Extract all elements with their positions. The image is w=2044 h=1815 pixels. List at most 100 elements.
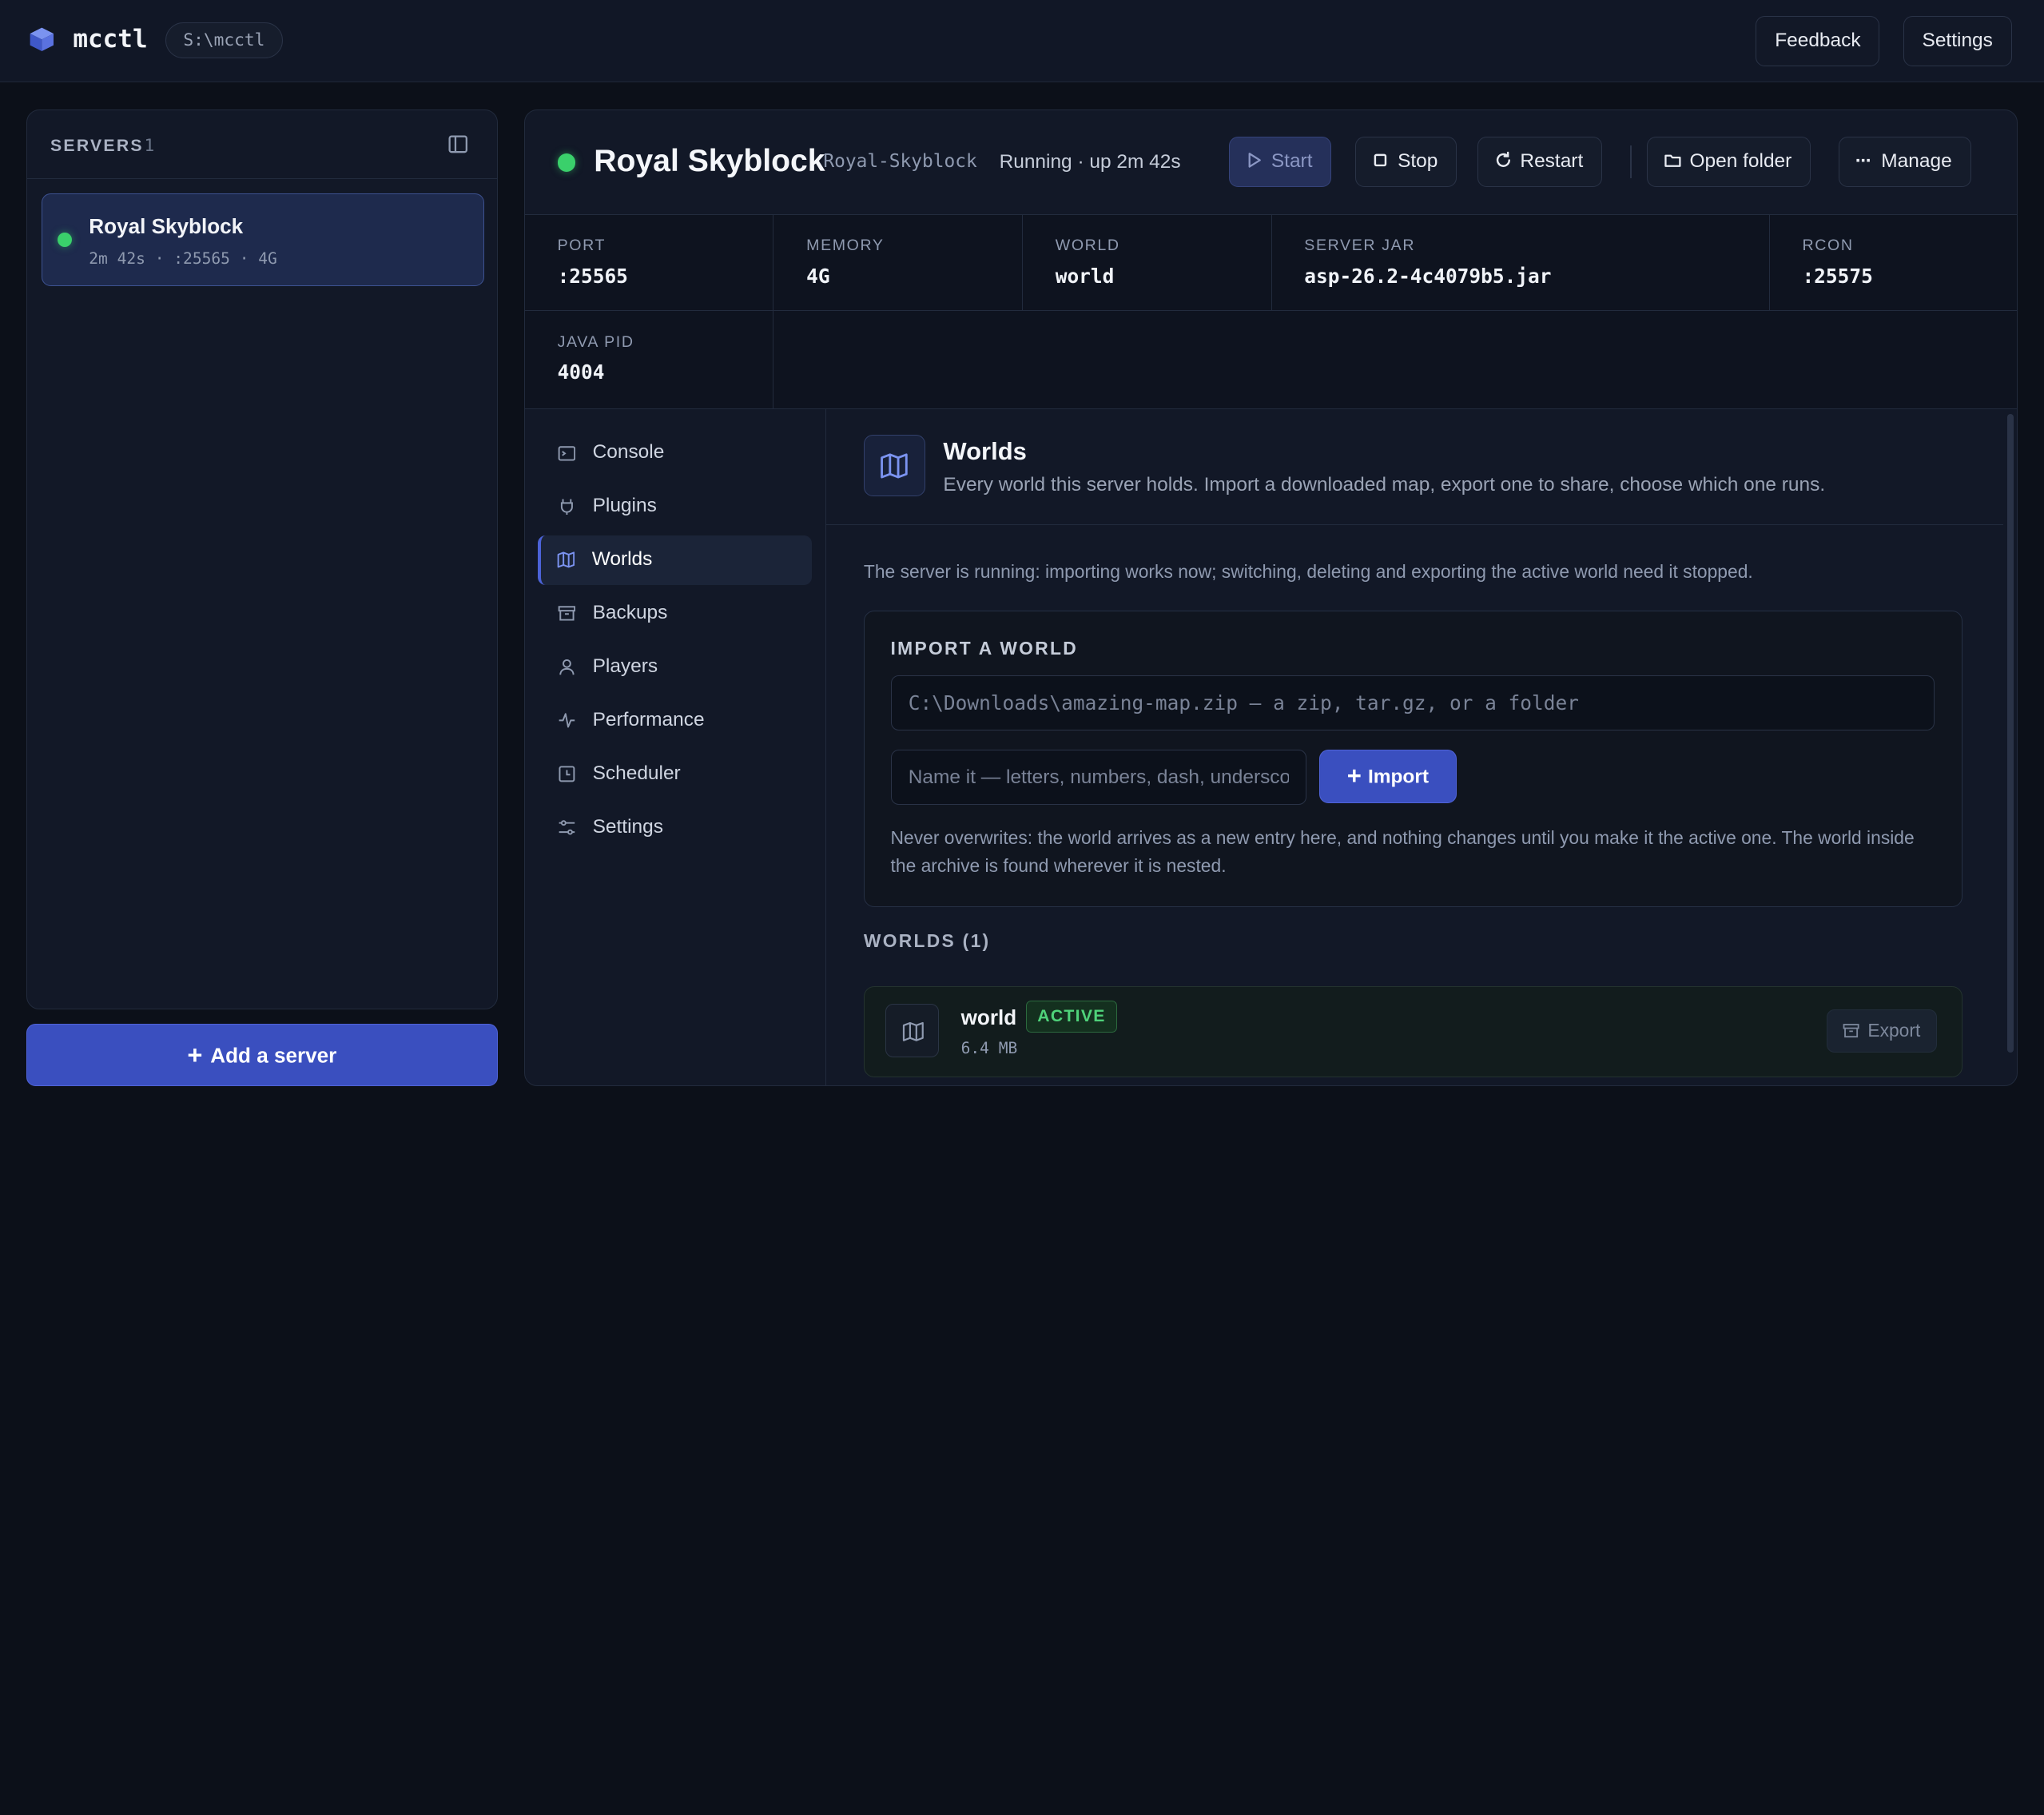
nav-plugins[interactable]: Plugins (538, 482, 812, 531)
stat-value: asp-26.2-4c4079b5.jar (1304, 264, 1552, 288)
app-name: mcctl (73, 24, 148, 54)
nav-console[interactable]: Console (538, 428, 812, 478)
stop-icon (1374, 153, 1387, 167)
stat-rcon: RCON :25575 (1769, 215, 2018, 312)
folder-icon (1664, 154, 1681, 167)
nav-label: Scheduler (592, 762, 681, 784)
stat-label: JAVA PID (557, 332, 634, 351)
app-root: mcctl S:\mcctl Feedback Settings SERVERS… (0, 0, 2044, 1112)
stat-label: WORLD (1055, 237, 1120, 255)
add-server-label: Add a server (210, 1042, 337, 1067)
toolbar-divider (1630, 145, 1632, 178)
server-stats-grid: PORT :25565 MEMORY 4G WORLD world SERVER… (524, 214, 2018, 409)
stat-value: :25575 (1802, 264, 1873, 288)
stat-value: :25565 (557, 264, 628, 288)
export-button[interactable]: Export (1826, 1009, 1937, 1053)
world-icon-box (885, 1004, 939, 1058)
servers-heading: SERVERS (50, 136, 144, 155)
server-title: Royal Skyblock (594, 144, 825, 179)
import-world-card: IMPORT A WORLD +Import Never overwrites:… (863, 611, 1963, 907)
settings-button[interactable]: Settings (1903, 15, 2012, 67)
stop-button[interactable]: Stop (1354, 136, 1457, 188)
terminal-icon (558, 445, 575, 461)
worlds-header: Worlds Every world this server holds. Im… (825, 409, 2003, 525)
manage-label: Manage (1881, 149, 1952, 172)
user-icon (559, 659, 575, 675)
nav-label: Console (592, 441, 665, 464)
stat-memory: MEMORY 4G (773, 214, 1023, 312)
nav-label: Players (592, 655, 658, 677)
nav-settings[interactable]: Settings (538, 802, 812, 852)
server-list-item[interactable]: Royal Skyblock 2m 42s · :25565 · 4G (41, 193, 485, 287)
open-folder-label: Open folder (1689, 149, 1792, 172)
world-name: world (960, 1005, 1017, 1030)
worlds-header-icon-box (863, 435, 925, 496)
restart-icon (1496, 151, 1510, 167)
restart-label: Restart (1520, 149, 1584, 172)
stat-java-pid: JAVA PID 4004 (525, 311, 774, 409)
server-subnav: Console Plugins Worlds Backups Players P… (525, 408, 826, 1085)
running-status-dot (58, 232, 73, 247)
world-path-input[interactable] (890, 675, 1935, 730)
archive-icon (1843, 1024, 1859, 1038)
plus-icon: + (1346, 762, 1362, 790)
nav-label: Performance (592, 708, 705, 730)
open-folder-button[interactable]: Open folder (1647, 136, 1811, 188)
server-status-text: Running · up 2m 42s (999, 150, 1181, 173)
plus-icon: + (187, 1039, 203, 1069)
start-button[interactable]: Start (1228, 136, 1332, 188)
nav-label: Plugins (592, 495, 657, 517)
map-icon (902, 1021, 924, 1041)
feedback-button[interactable]: Feedback (1756, 15, 1880, 67)
worlds-title: Worlds (943, 437, 1027, 466)
nav-worlds[interactable]: Worlds (538, 535, 812, 585)
content-scrollbar[interactable] (2006, 414, 2014, 1053)
add-server-button[interactable]: + Add a server (26, 1023, 499, 1086)
map-icon (557, 551, 575, 568)
stat-value: world (1055, 264, 1115, 288)
world-list-item[interactable]: world ACTIVE 6.4 MB Export (863, 986, 1963, 1078)
restart-button[interactable]: Restart (1477, 136, 1603, 188)
stop-label: Stop (1398, 149, 1438, 172)
stat-server-jar: SERVER JAR asp-26.2-4c4079b5.jar (1271, 214, 1770, 312)
import-help-text: Never overwrites: the world arrives as a… (890, 827, 1915, 876)
nav-label: Settings (592, 815, 663, 838)
map-icon (881, 453, 909, 479)
servers-count: 1 (144, 135, 155, 155)
app-path-chip: S:\mcctl (165, 22, 283, 59)
servers-sidebar: SERVERS 1 Royal Skyblock 2m 42s · :25565… (26, 109, 499, 1009)
stat-label: MEMORY (806, 237, 885, 255)
collapse-sidebar-icon[interactable] (448, 135, 467, 153)
server-detail-panel: Royal Skyblock Royal-Skyblock Running · … (523, 109, 2018, 1086)
stat-value: 4004 (557, 360, 605, 384)
world-name-input[interactable] (890, 750, 1306, 805)
import-button[interactable]: + Import (1319, 750, 1457, 804)
nav-label: Backups (592, 602, 668, 623)
worlds-list-heading: WORLDS (1) (863, 930, 991, 952)
server-slug: Royal-Skyblock (823, 150, 977, 172)
active-badge: ACTIVE (1026, 1000, 1117, 1033)
stat-value: 4G (806, 264, 830, 288)
cube-logo-icon (30, 27, 54, 51)
server-list-item-name: Royal Skyblock (89, 213, 244, 238)
worlds-subtitle: Every world this server holds. Import a … (943, 474, 1826, 496)
nav-performance[interactable]: Performance (538, 695, 812, 745)
archive-icon (558, 606, 575, 621)
manage-button[interactable]: ··· Manage (1839, 136, 1971, 188)
clock-icon (559, 766, 575, 782)
export-label: Export (1867, 1019, 1921, 1041)
stat-label: RCON (1802, 237, 1854, 255)
server-header: Royal Skyblock Royal-Skyblock Running · … (524, 110, 2018, 215)
servers-header: SERVERS 1 (26, 110, 498, 180)
stat-port: PORT :25565 (524, 214, 774, 312)
nav-backups[interactable]: Backups (538, 589, 812, 639)
worlds-content: Worlds Every world this server holds. Im… (825, 409, 2018, 1085)
sliders-icon (559, 820, 575, 835)
import-heading: IMPORT A WORLD (890, 638, 1078, 659)
stat-label: PORT (557, 237, 606, 255)
nav-players[interactable]: Players (538, 643, 812, 692)
more-icon: ··· (1855, 149, 1872, 172)
nav-scheduler[interactable]: Scheduler (538, 749, 812, 798)
plug-icon (560, 499, 573, 515)
start-label: Start (1271, 149, 1313, 172)
